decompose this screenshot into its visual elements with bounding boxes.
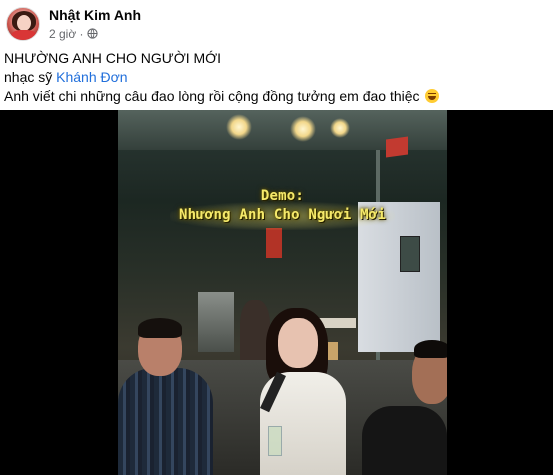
post-text-line-2: nhạc sỹ Khánh Đơn bbox=[4, 68, 439, 87]
video-caption-line-2: Nhương Anh Cho Ngươi Mới bbox=[178, 207, 387, 223]
globe-icon[interactable] bbox=[86, 28, 98, 39]
red-banner bbox=[266, 228, 282, 258]
shelf bbox=[198, 292, 234, 352]
post-text-line-1: NHƯỜNG ANH CHO NGƯỜI MỚI bbox=[4, 50, 222, 66]
video-player[interactable]: Demo: Nhương Anh Cho Ngươi Mới bbox=[0, 110, 553, 475]
singer-head bbox=[278, 318, 318, 368]
post-header: Nhật Kim Anh 2 giờ · bbox=[6, 6, 141, 42]
man-right-hair bbox=[414, 340, 447, 358]
post-text-body: Anh viết chi những câu đao lòng rồi cộng… bbox=[4, 88, 420, 104]
man-right-body bbox=[362, 406, 447, 475]
video-frame[interactable]: Demo: Nhương Anh Cho Ngươi Mới bbox=[118, 110, 447, 475]
post-time[interactable]: 2 giờ bbox=[49, 26, 76, 42]
video-caption-line-1: Demo: bbox=[260, 188, 305, 204]
laughing-emoji-icon bbox=[425, 89, 440, 103]
man-left-hair bbox=[138, 318, 182, 338]
post-text: NHƯỜNG ANH CHO NGƯỜI MỚI nhạc sỹ Khánh Đ… bbox=[4, 49, 440, 106]
facebook-post: Nhật Kim Anh 2 giờ · NHƯỜNG ANH CHO NGƯỜ… bbox=[0, 0, 553, 475]
ceiling-light bbox=[330, 118, 350, 138]
post-text-prefix: nhạc sỹ bbox=[4, 69, 57, 85]
ceiling-light bbox=[290, 116, 316, 142]
flag bbox=[386, 136, 408, 158]
glass bbox=[268, 426, 282, 456]
author-avatar[interactable] bbox=[6, 7, 40, 41]
mention-link[interactable]: Khánh Đơn bbox=[56, 69, 127, 85]
post-timestamp-row: 2 giờ · bbox=[49, 26, 141, 42]
man-left-body bbox=[118, 368, 213, 475]
ceiling-light bbox=[226, 114, 252, 140]
post-meta: Nhật Kim Anh 2 giờ · bbox=[49, 7, 141, 42]
author-name[interactable]: Nhật Kim Anh bbox=[49, 7, 141, 24]
screen bbox=[400, 236, 420, 272]
post-text-line-3: Anh viết chi những câu đao lòng rồi cộng… bbox=[4, 87, 440, 106]
